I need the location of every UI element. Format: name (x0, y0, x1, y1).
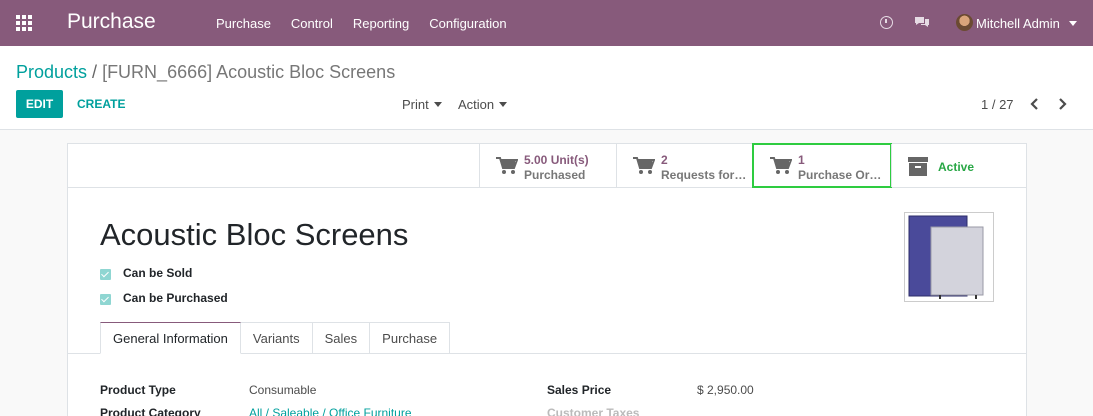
user-avatar[interactable] (956, 14, 973, 31)
product-type-value: Consumable (249, 383, 317, 397)
chevron-down-icon[interactable] (1069, 21, 1077, 26)
requests-label: Requests for… (661, 168, 747, 182)
acoustic-screen-image (908, 215, 984, 299)
breadcrumb: Products / [FURN_6666] Acoustic Bloc Scree… (16, 62, 395, 83)
action-label: Action (458, 97, 495, 112)
tab-general-information[interactable]: General Information (100, 322, 241, 354)
product-category-label: Product Category (100, 406, 201, 416)
breadcrumb-current: [FURN_6666] Acoustic Bloc Screens (102, 62, 396, 82)
active-toggle-button[interactable]: Active (891, 144, 1026, 187)
tab-purchase[interactable]: Purchase (370, 322, 451, 354)
can-be-sold-checkbox[interactable] (100, 269, 111, 280)
menu-item-control[interactable]: Control (291, 16, 333, 31)
print-dropdown[interactable]: Print (402, 97, 442, 112)
requests-value: 2 (661, 153, 668, 167)
smart-button-box: 5.00 Unit(s) Purchased 2 Requests for… 1… (68, 143, 1026, 188)
cart-icon (633, 157, 655, 174)
product-type-label: Product Type (100, 383, 176, 397)
chevron-right-icon[interactable] (1056, 97, 1068, 111)
menu-item-purchase[interactable]: Purchase (216, 16, 271, 31)
cart-icon (770, 157, 792, 174)
clock-icon[interactable] (880, 16, 893, 29)
caret-down-icon (433, 101, 442, 107)
purchase-orders-value: 1 (798, 153, 805, 167)
active-label: Active (938, 160, 975, 174)
purchase-orders-label: Purchase Or… (798, 168, 882, 182)
form-tabs: General Information Variants Sales Purch… (100, 322, 451, 354)
purchased-value: 5.00 Unit(s) (524, 153, 589, 167)
apps-grid-icon[interactable] (16, 15, 34, 31)
user-name[interactable]: Mitchell Admin (976, 16, 1060, 31)
create-button[interactable]: CREATE (77, 97, 125, 111)
chevron-left-icon[interactable] (1029, 97, 1041, 111)
can-be-sold-label: Can be Sold (123, 266, 193, 280)
top-navbar: Purchase Purchase Control Reporting Conf… (0, 0, 1093, 46)
breadcrumb-products-link[interactable]: Products (16, 62, 87, 82)
can-be-purchased-checkbox[interactable] (100, 294, 111, 305)
sales-price-value: $ 2,950.00 (697, 383, 754, 397)
archive-icon (908, 157, 928, 176)
breadcrumb-separator: / (92, 62, 98, 82)
sales-price-label: Sales Price (547, 383, 612, 397)
caret-down-icon (499, 101, 508, 107)
product-image[interactable] (904, 212, 994, 302)
print-label: Print (402, 97, 429, 112)
chat-icon[interactable] (914, 16, 930, 28)
control-panel: Products / [FURN_6666] Acoustic Bloc Scree… (0, 46, 1093, 130)
action-dropdown[interactable]: Action (458, 97, 508, 112)
product-category-link[interactable]: All / Saleable / Office Furniture (249, 406, 412, 416)
purchased-smart-button[interactable]: 5.00 Unit(s) Purchased (479, 144, 616, 187)
can-be-purchased-label: Can be Purchased (123, 291, 228, 305)
tab-sales[interactable]: Sales (312, 322, 371, 354)
form-sheet: 5.00 Unit(s) Purchased 2 Requests for… 1… (67, 143, 1027, 416)
menu-item-reporting[interactable]: Reporting (353, 16, 409, 31)
edit-button[interactable]: EDIT (16, 90, 63, 118)
product-name: Acoustic Bloc Screens (100, 217, 409, 252)
requests-smart-button[interactable]: 2 Requests for… (616, 144, 753, 187)
cart-icon (496, 157, 518, 174)
main-menu: Purchase Control Reporting Configuration (216, 16, 507, 31)
tab-variants[interactable]: Variants (240, 322, 313, 354)
purchase-orders-smart-button[interactable]: 1 Purchase Or… (752, 143, 892, 188)
pager-value[interactable]: 1 / 27 (981, 97, 1014, 112)
app-title[interactable]: Purchase (67, 10, 156, 34)
purchased-label: Purchased (524, 168, 586, 182)
customer-taxes-label: Customer Taxes (547, 406, 640, 416)
menu-item-configuration[interactable]: Configuration (429, 16, 506, 31)
